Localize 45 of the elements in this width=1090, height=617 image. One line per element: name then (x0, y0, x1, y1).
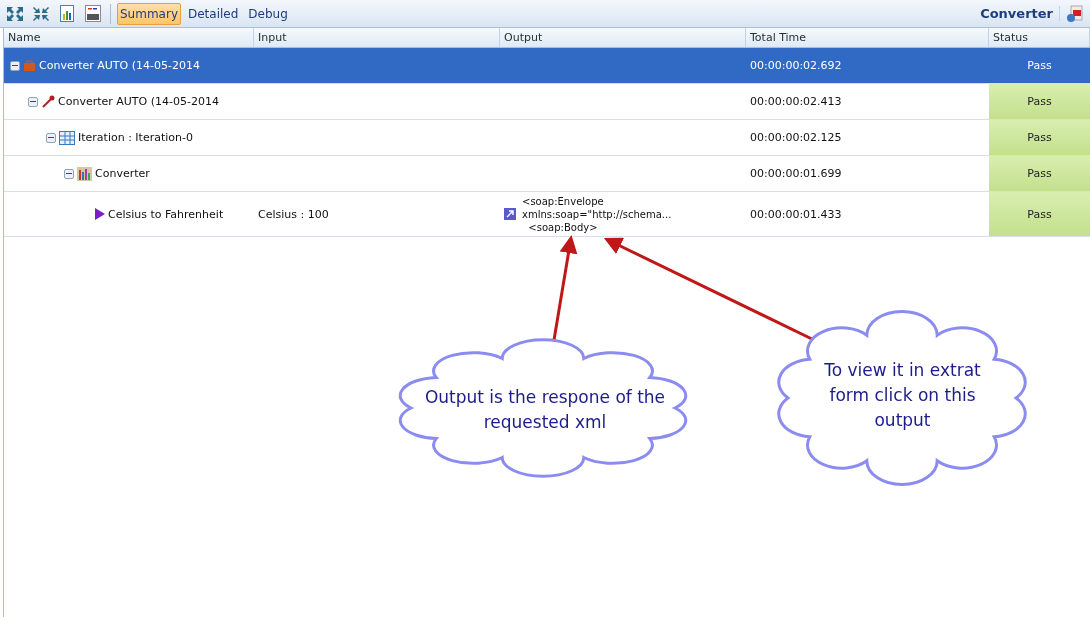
table-row[interactable]: Celsius to Fahrenheit Celsius : 100 <soap:Envelope xmlns:soap="http://schema... <soap:Body> 00:00:00:01.433 Pass (4, 192, 1090, 237)
play-icon (95, 208, 105, 220)
column-header[interactable]: Status (989, 28, 1090, 47)
input-value: Celsius : 100 (258, 207, 329, 221)
view-tab[interactable]: Debug (245, 2, 291, 25)
status-cell: Pass (989, 192, 1090, 236)
view-tab[interactable]: Summary (117, 2, 181, 25)
open-link-icon[interactable] (504, 208, 516, 220)
total-time: 00:00:00:02.692 (750, 59, 842, 72)
table-row[interactable]: Iteration : Iteration-0 00:00:00:02.125 Pass (4, 120, 1090, 156)
table-icon (59, 130, 75, 145)
column-header[interactable]: Total Time (746, 28, 989, 47)
close-report-icon[interactable] (1064, 3, 1086, 24)
window-title: Converter (980, 6, 1060, 21)
table-row[interactable]: Converter AUTO (14-05-2014 00:00:00:02.413 Pass (4, 84, 1090, 120)
briefcase-icon (23, 59, 36, 72)
row-name: Converter AUTO (14-05-2014 (58, 95, 219, 108)
table-row[interactable]: Converter AUTO (14-05-2014 00:00:00:02.692 Pass (4, 48, 1090, 84)
total-time: 00:00:00:01.433 (750, 207, 842, 221)
status-cell: Pass (989, 156, 1090, 191)
status-cell-text: Pass (1026, 58, 1053, 74)
row-name: Converter (95, 167, 150, 180)
total-time: 00:00:00:02.125 (750, 131, 842, 144)
key-icon (41, 95, 55, 108)
total-time: 00:00:00:02.413 (750, 95, 842, 108)
collapse-toggle-icon[interactable] (10, 60, 20, 71)
collapse-toggle-icon[interactable] (28, 96, 38, 107)
collapse-toggle-icon[interactable] (46, 132, 56, 143)
column-header[interactable]: Input (254, 28, 500, 47)
callout-text: Output is the respone of the requested xml (423, 386, 667, 434)
status-cell: Pass (989, 120, 1090, 155)
column-header[interactable]: Name (4, 28, 254, 47)
collapse-toggle-icon[interactable] (64, 168, 74, 179)
row-name: Celsius to Fahrenheit (108, 207, 224, 221)
chart-icon (77, 166, 92, 181)
output-value[interactable]: <soap:Envelope xmlns:soap="http://schema... <soap:Body> (522, 194, 672, 234)
callout-text: To view it in extrat form click on this output (823, 359, 982, 432)
table-row[interactable]: Converter 00:00:00:01.699 Pass (4, 156, 1090, 192)
total-time: 00:00:00:01.699 (750, 167, 842, 180)
row-name: Iteration : Iteration-0 (78, 131, 193, 144)
log-file-icon[interactable] (82, 3, 104, 24)
view-tab[interactable]: Detailed (185, 2, 242, 25)
column-header[interactable]: Output (500, 28, 746, 47)
status-cell: Pass (989, 84, 1090, 119)
row-name: Converter AUTO (14-05-2014 (39, 59, 200, 72)
